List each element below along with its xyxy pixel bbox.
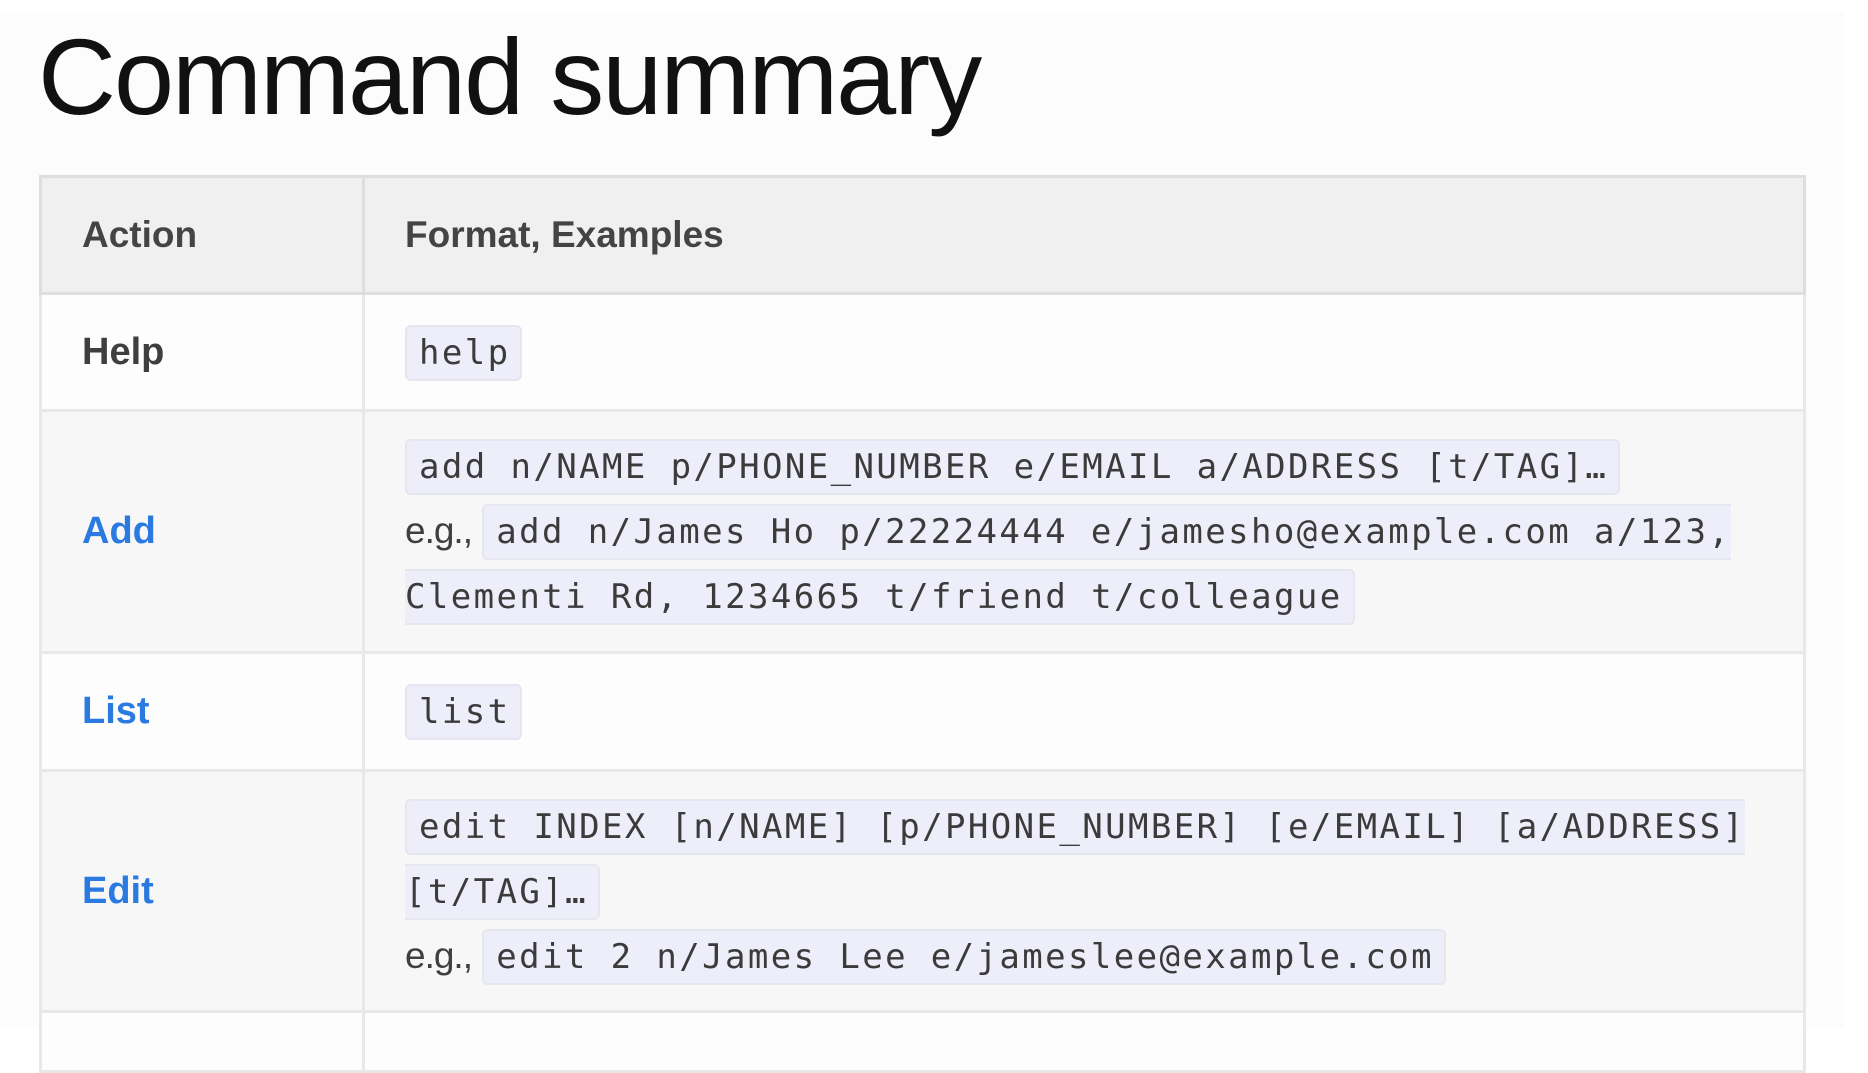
example-code: edit 2 n/James Lee e/jameslee@example.co… xyxy=(482,928,1446,985)
table-row-next xyxy=(39,1010,1806,1073)
format-code: edit INDEX [n/NAME] [p/PHONE_NUMBER] [e/… xyxy=(405,798,1746,920)
format-cell: edit INDEX [n/NAME] [p/PHONE_NUMBER] [e/… xyxy=(362,769,1806,1013)
format-code: help xyxy=(405,324,523,381)
table-row-list: List list xyxy=(39,651,1806,772)
table-row-add: Add add n/NAME p/PHONE_NUMBER e/EMAIL a/… xyxy=(39,409,1806,654)
table-row-help: Help help xyxy=(39,292,1806,412)
action-cell: Edit xyxy=(39,769,365,1013)
table-row-edit: Edit edit INDEX [n/NAME] [p/PHONE_NUMBER… xyxy=(39,769,1806,1013)
format-cell xyxy=(362,1010,1806,1073)
format-cell: add n/NAME p/PHONE_NUMBER e/EMAIL a/ADDR… xyxy=(362,409,1806,654)
format-code: list xyxy=(405,684,523,740)
action-cell xyxy=(39,1010,365,1073)
command-summary-table: Action Format, Examples Help help Add ad… xyxy=(39,175,1806,1073)
action-link-list[interactable]: List xyxy=(82,690,150,732)
format-code: add n/NAME p/PHONE_NUMBER e/EMAIL a/ADDR… xyxy=(405,439,1621,495)
header-format-examples: Format, Examples xyxy=(362,175,1806,295)
action-cell: List xyxy=(39,651,365,772)
example-prefix: e.g., xyxy=(405,510,473,551)
format-cell: help xyxy=(362,292,1806,412)
action-help: Help xyxy=(82,330,165,373)
page-title: Command summary xyxy=(38,16,982,137)
example-code: add n/James Ho p/22224444 e/jamesho@exam… xyxy=(405,504,1732,625)
header-action: Action xyxy=(39,175,365,295)
action-link-add[interactable]: Add xyxy=(82,510,156,552)
action-cell: Help xyxy=(39,292,365,412)
example-prefix: e.g., xyxy=(405,934,473,976)
action-link-edit[interactable]: Edit xyxy=(82,870,154,912)
action-cell: Add xyxy=(39,409,365,654)
format-cell: list xyxy=(362,651,1806,772)
table-header-row: Action Format, Examples xyxy=(39,175,1806,295)
